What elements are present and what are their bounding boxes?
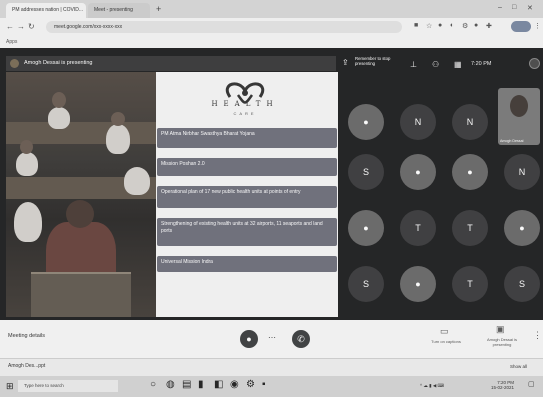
member-figure bbox=[16, 152, 38, 176]
reload-icon[interactable]: ↻ bbox=[28, 22, 35, 31]
edge-icon[interactable]: ◍ bbox=[166, 379, 175, 390]
speaker-head bbox=[66, 200, 94, 228]
participant-photo-tile[interactable]: ● bbox=[452, 154, 488, 190]
hangup-button[interactable]: ✆ bbox=[292, 330, 310, 348]
member-figure bbox=[124, 167, 150, 195]
download-item[interactable]: Amogh Des...ppt bbox=[8, 363, 45, 369]
mail-icon[interactable]: ◧ bbox=[214, 379, 223, 390]
member-figure bbox=[48, 107, 70, 129]
pin-icon[interactable]: ⊥ bbox=[410, 60, 417, 69]
new-tab-button[interactable]: + bbox=[156, 4, 161, 14]
back-icon[interactable]: ← bbox=[6, 22, 14, 31]
self-avatar[interactable] bbox=[529, 58, 540, 69]
app-icon[interactable]: ▪ bbox=[262, 379, 266, 390]
show-all-downloads[interactable]: Show all bbox=[510, 364, 527, 369]
present-now-icon[interactable]: ▣ bbox=[496, 324, 505, 335]
pinned-participant-name: Amogh Dessai bbox=[500, 139, 524, 143]
more-vert-icon[interactable]: ⋮ bbox=[533, 330, 542, 341]
participant-tile[interactable]: S bbox=[504, 266, 540, 302]
layout-icon[interactable]: ▦ bbox=[454, 60, 462, 69]
bookmarks-bar[interactable]: Apps bbox=[0, 36, 543, 48]
extension-icon-3[interactable]: ⚙ bbox=[462, 22, 468, 30]
windows-start-icon[interactable]: ⊞ bbox=[6, 381, 14, 392]
member-figure bbox=[14, 202, 42, 242]
participant-tile[interactable]: T bbox=[452, 266, 488, 302]
participant-tile[interactable]: S bbox=[348, 154, 384, 190]
present-screen-icon[interactable]: ⇪ bbox=[342, 58, 349, 67]
meeting-details-button[interactable]: Meeting details bbox=[8, 333, 45, 339]
file-explorer-icon[interactable]: ▤ bbox=[182, 379, 191, 390]
more-options-icon[interactable]: ⋯ bbox=[268, 333, 276, 342]
pinned-participant-face bbox=[510, 95, 528, 117]
slide-bullet: Operational plan of 17 new public health… bbox=[157, 186, 337, 208]
taskbar-search[interactable]: Type here to search bbox=[18, 380, 118, 392]
slide-bullet: PM Atma Nirbhar Swasthya Bharat Yojana bbox=[157, 128, 337, 148]
member-head bbox=[20, 140, 33, 154]
settings-icon[interactable]: ⚙ bbox=[246, 379, 255, 390]
participant-photo-tile[interactable]: ● bbox=[348, 104, 384, 140]
browser-tab-news[interactable]: PM addresses nation | COVID... bbox=[6, 3, 86, 18]
captions-icon[interactable]: ▭ bbox=[440, 326, 449, 337]
downloads-bar bbox=[0, 358, 543, 376]
notifications-icon[interactable]: ▢ bbox=[528, 380, 535, 388]
system-tray[interactable]: ^ ☁ ▮ ◀ ⌨ bbox=[420, 383, 444, 389]
chrome-icon[interactable]: ◉ bbox=[230, 379, 239, 390]
participant-photo-tile[interactable]: ● bbox=[348, 210, 384, 246]
people-icon[interactable]: ⚇ bbox=[432, 60, 439, 69]
maximize-icon[interactable]: □ bbox=[512, 4, 516, 11]
podium bbox=[31, 272, 131, 317]
forward-icon[interactable]: → bbox=[17, 22, 25, 31]
chrome-menu-icon[interactable]: ⋮ bbox=[534, 22, 541, 30]
slide-logo-subtitle: CARE bbox=[233, 111, 257, 116]
presenting-label[interactable]: Amogh Dessai is presenting bbox=[482, 337, 522, 347]
participant-tile[interactable]: N bbox=[504, 154, 540, 190]
task-view-icon[interactable]: ○ bbox=[150, 379, 156, 390]
taskbar-date: 15-02-2021 bbox=[490, 385, 514, 390]
participant-tile[interactable]: N bbox=[452, 104, 488, 140]
participant-tile[interactable]: T bbox=[452, 210, 488, 246]
captions-label[interactable]: Turn on captions bbox=[426, 339, 466, 345]
taskbar-clock[interactable]: 7:20 PM 15-02-2021 bbox=[488, 380, 514, 390]
extension-icon-4[interactable]: ● bbox=[474, 22, 478, 29]
extension-icon[interactable]: ● bbox=[438, 22, 442, 29]
extension-icon-2[interactable]: ◐ bbox=[450, 22, 454, 29]
member-head bbox=[52, 92, 66, 108]
participant-photo-tile[interactable]: ● bbox=[400, 266, 436, 302]
meeting-clock: 7:20 PM bbox=[471, 61, 492, 67]
slide-logo-text: HEALTH bbox=[211, 100, 279, 108]
close-window-icon[interactable]: ✕ bbox=[527, 4, 533, 12]
profile-avatar[interactable] bbox=[511, 21, 531, 32]
participant-photo-tile[interactable]: ● bbox=[504, 210, 540, 246]
presenter-avatar bbox=[10, 59, 19, 68]
minimize-icon[interactable]: – bbox=[498, 4, 502, 11]
store-icon[interactable]: ▮ bbox=[198, 379, 204, 390]
participant-tile[interactable]: T bbox=[400, 210, 436, 246]
present-note: Remember to stop presenting bbox=[355, 56, 391, 66]
member-figure bbox=[106, 124, 130, 154]
camera-icon[interactable]: ■ bbox=[414, 22, 418, 29]
slide-bullet: Strengthening of existing health units a… bbox=[157, 218, 337, 246]
slide-bullet: Universal Mission Indra bbox=[157, 256, 337, 272]
microphone-icon[interactable]: ● bbox=[240, 330, 258, 348]
presenter-video bbox=[6, 72, 156, 317]
member-head bbox=[111, 112, 125, 126]
participant-photo-tile[interactable]: ● bbox=[400, 154, 436, 190]
star-icon[interactable]: ☆ bbox=[426, 22, 432, 30]
url-bar[interactable]: meet.google.com/xxx-xxxx-xxx bbox=[46, 21, 402, 33]
participant-tile[interactable]: S bbox=[348, 266, 384, 302]
puzzle-icon[interactable]: ✚ bbox=[486, 22, 492, 30]
browser-tab-meet[interactable]: Meet - presenting bbox=[88, 3, 150, 18]
participant-tile[interactable]: N bbox=[400, 104, 436, 140]
presenter-label: Amogh Dessai is presenting bbox=[24, 60, 93, 66]
slide-bullet: Mission Poshan 2.0 bbox=[157, 158, 337, 176]
